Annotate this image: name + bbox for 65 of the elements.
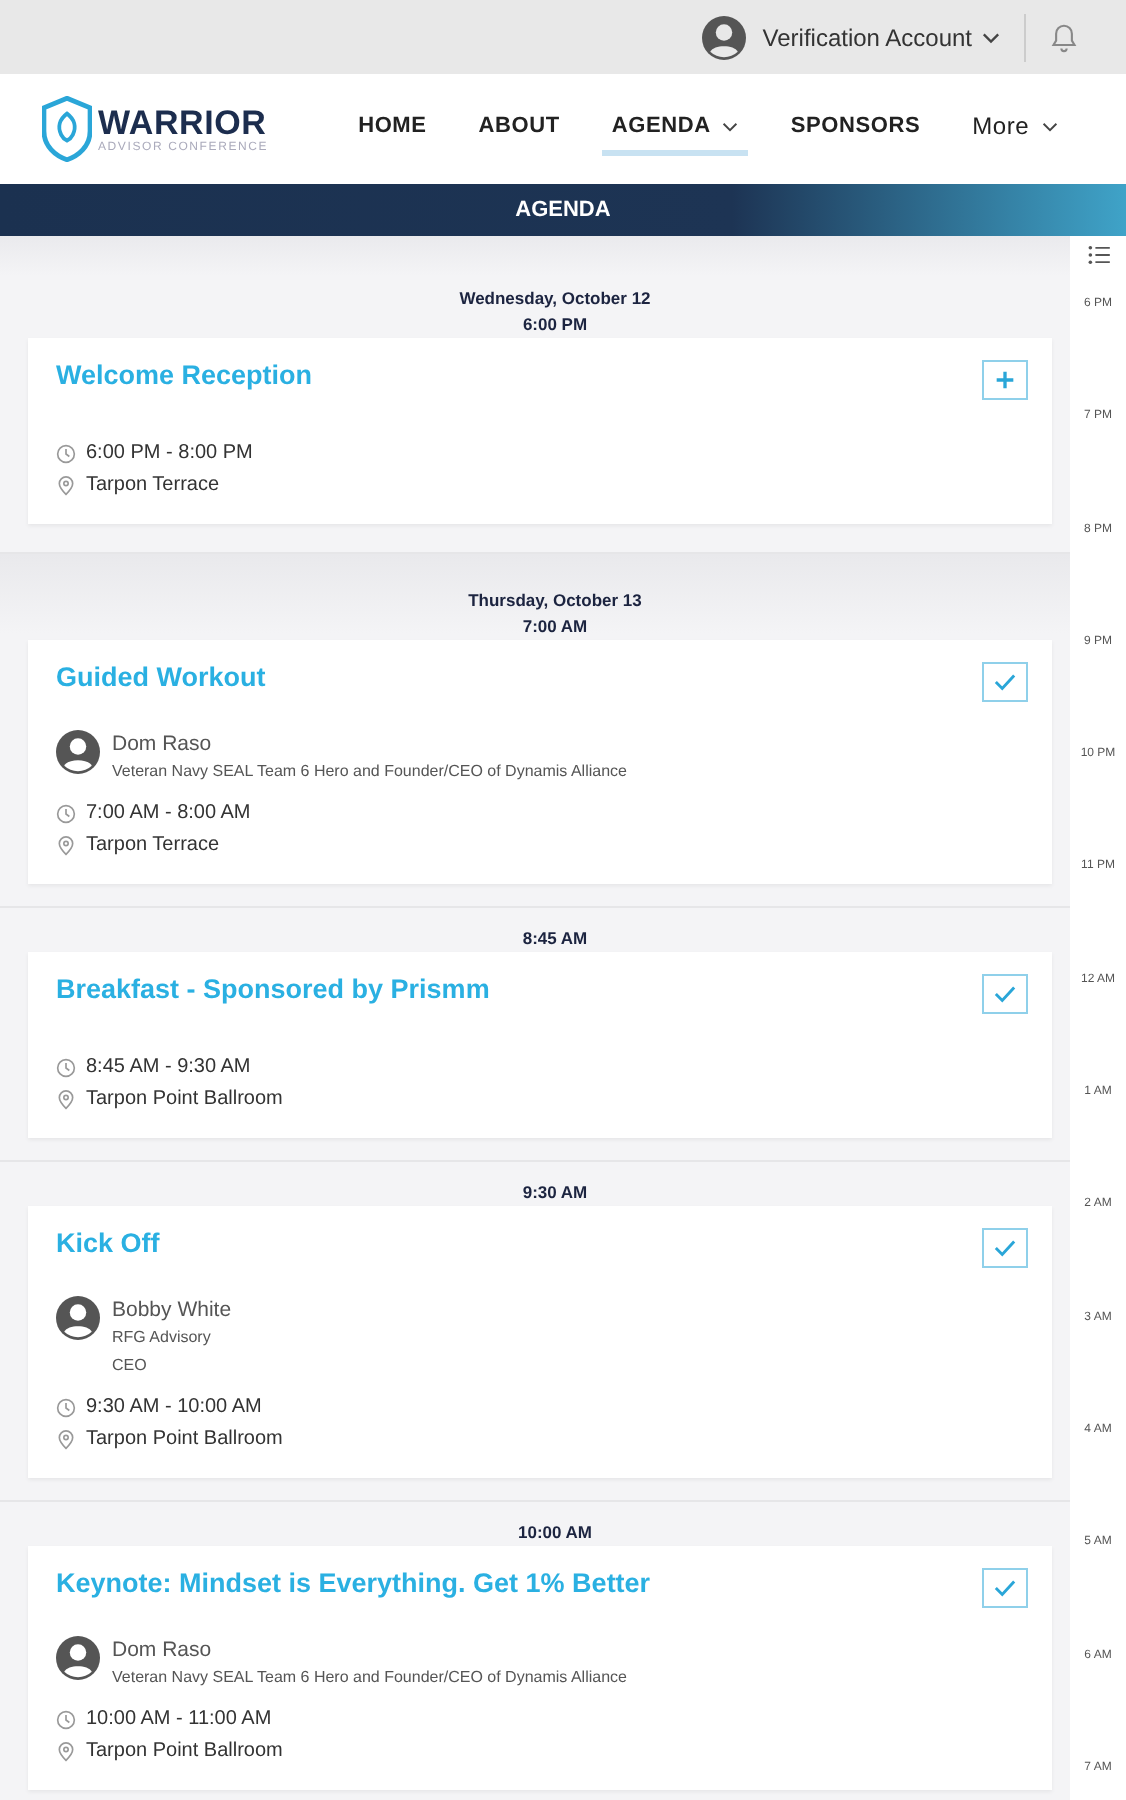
added-check-button[interactable]: [982, 974, 1028, 1014]
banner-title: AGENDA: [515, 198, 611, 222]
session-time: 10:00 AM - 11:00 AM: [86, 1706, 272, 1734]
start-time-heading: 8:45 AM: [520, 926, 590, 952]
speaker-avatar-icon: [56, 1296, 100, 1340]
day-heading: Wednesday, October 12: [457, 286, 653, 312]
session-card[interactable]: Breakfast - Sponsored by Prismm 8:45 AM - 9:30 AM Tarpon Point Ballroom: [28, 952, 1052, 1138]
start-time-heading: 10:00 AM: [515, 1520, 594, 1546]
shield-icon: [42, 96, 92, 162]
speaker-detail: RFG Advisory: [112, 1326, 213, 1350]
avatar-icon[interactable]: [702, 15, 747, 59]
session-card[interactable]: Kick Off Bobby White RFG Advisory CEO 9:30 AM - 10:00 AM Tarpon Point Ballroom: [28, 1206, 1052, 1478]
location-pin-icon: [56, 1742, 76, 1762]
location-pin-icon: [56, 1090, 76, 1110]
speaker-detail: Veteran Navy SEAL Team 6 Hero and Founder/CEO of Dynamis Alliance: [112, 760, 627, 784]
chevron-down-icon: [982, 31, 1000, 43]
session-location: Tarpon Point Ballroom: [86, 1738, 283, 1766]
clock-icon: [56, 1398, 76, 1418]
plus-icon: [994, 370, 1016, 390]
session-time: 6:00 PM - 8:00 PM: [86, 440, 253, 468]
session-card[interactable]: Keynote: Mindset is Everything. Get 1% Better Dom Raso Veteran Navy SEAL Team 6 Hero and Founder/CEO of Dynamis Alliance 10:00 AM - 11:00 AM Tarpon Point Ballroom: [28, 1546, 1052, 1790]
speaker-detail: Veteran Navy SEAL Team 6 Hero and Founder/CEO of Dynamis Alliance: [112, 1666, 627, 1690]
start-time-heading: 6:00 PM: [520, 312, 590, 338]
day-heading: Thursday, October 13: [466, 588, 644, 614]
session-location: Tarpon Terrace: [86, 832, 220, 860]
nav-link[interactable]: AGENDA: [601, 102, 749, 156]
session-location: Tarpon Point Ballroom: [86, 1426, 283, 1454]
added-check-button[interactable]: [982, 1568, 1028, 1608]
start-time-heading: 7:00 AM: [520, 614, 590, 640]
speaker-detail: CEO: [112, 1354, 149, 1378]
start-time-heading: 9:30 AM: [520, 1180, 590, 1206]
nav-link[interactable]: HOME: [348, 102, 437, 156]
check-icon: [994, 984, 1016, 1004]
nav-link[interactable]: More: [962, 100, 1068, 158]
session-location: Tarpon Terrace: [86, 472, 220, 500]
location-pin-icon: [56, 1430, 76, 1450]
speaker-name[interactable]: Dom Raso: [112, 1636, 627, 1664]
session-card[interactable]: Guided Workout Dom Raso Veteran Navy SEAL Team 6 Hero and Founder/CEO of Dynamis Alliance 7:00 AM - 8:00 AM Tarpon Terrace: [28, 640, 1052, 884]
account-menu[interactable]: Verification Account: [762, 23, 972, 51]
location-pin-icon: [56, 836, 76, 856]
list-icon[interactable]: [1087, 246, 1109, 264]
check-icon: [994, 672, 1016, 692]
speaker-name[interactable]: Dom Raso: [112, 730, 627, 758]
location-pin-icon: [56, 476, 76, 496]
logo-name: WARRIOR: [98, 105, 269, 141]
speaker-avatar-icon: [56, 1636, 100, 1680]
added-check-button[interactable]: [982, 662, 1028, 702]
check-icon: [994, 1578, 1016, 1598]
session-time: 9:30 AM - 10:00 AM: [86, 1394, 262, 1422]
check-icon: [994, 1238, 1016, 1258]
clock-icon: [56, 444, 76, 464]
clock-icon: [56, 1710, 76, 1730]
nav-link[interactable]: ABOUT: [468, 102, 570, 156]
session-location: Tarpon Point Ballroom: [86, 1086, 283, 1114]
nav-link[interactable]: SPONSORS: [780, 102, 931, 156]
speaker-name[interactable]: Bobby White: [112, 1296, 232, 1324]
session-time: 7:00 AM - 8:00 AM: [86, 800, 251, 828]
clock-icon: [56, 1058, 76, 1078]
speaker-avatar-icon: [56, 730, 100, 774]
session-time: 8:45 AM - 9:30 AM: [86, 1054, 251, 1082]
clock-icon: [56, 804, 76, 824]
bell-icon[interactable]: [1050, 21, 1078, 53]
add-button[interactable]: [982, 360, 1028, 400]
session-card[interactable]: Welcome Reception 6:00 PM - 8:00 PM Tarpon Terrace: [28, 338, 1052, 524]
added-check-button[interactable]: [982, 1228, 1028, 1268]
